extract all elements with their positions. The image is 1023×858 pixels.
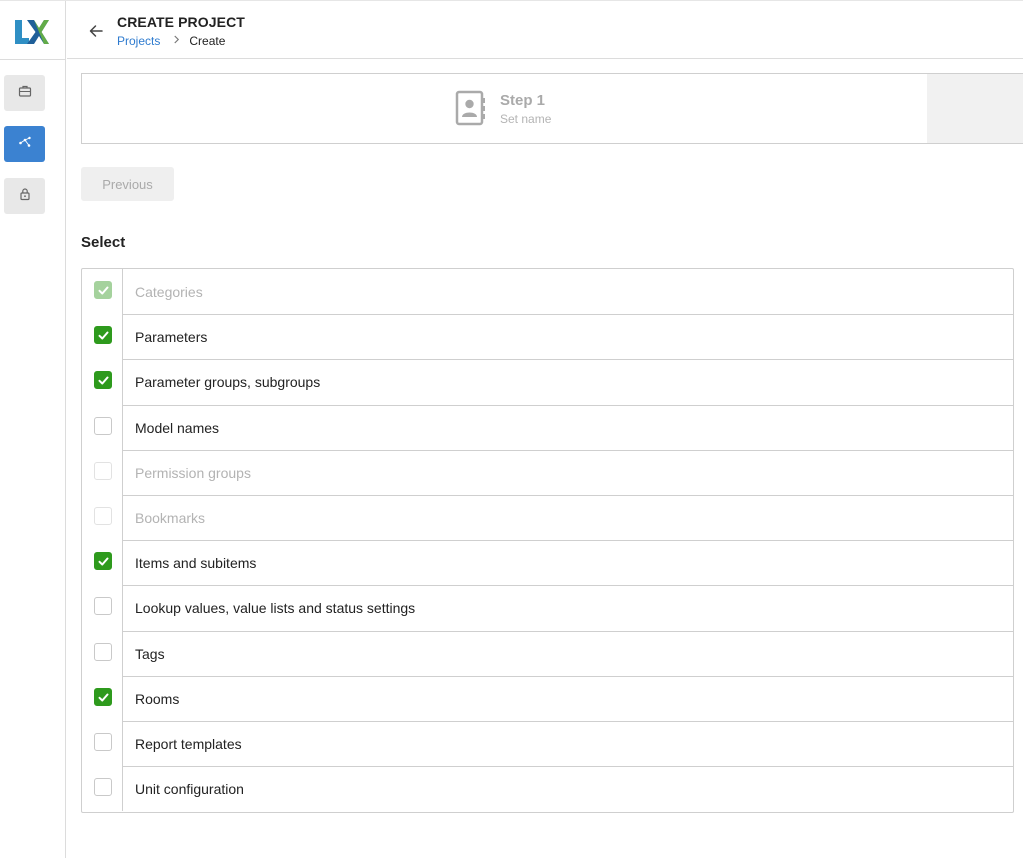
chevron-right-icon <box>173 35 180 47</box>
option-label: Permission groups <box>123 449 1013 495</box>
back-arrow-icon[interactable] <box>87 23 105 39</box>
stepper: Step 1 Set name <box>81 73 1023 144</box>
option-checkbox[interactable] <box>94 597 112 616</box>
checkbox-cell <box>82 269 123 315</box>
list-item[interactable]: Parameter groups, subgroups <box>82 359 1013 405</box>
checkbox-cell <box>82 449 123 495</box>
option-label: Report templates <box>123 720 1013 766</box>
checkbox-cell <box>82 585 123 631</box>
lock-icon <box>18 187 32 206</box>
page-title: CREATE PROJECT <box>117 14 245 30</box>
list-item[interactable]: Model names <box>82 404 1013 450</box>
options-list: Categories Parameters Parameter groups, su… <box>81 268 1014 813</box>
checkbox-cell <box>82 494 123 541</box>
option-checkbox[interactable] <box>94 416 112 435</box>
list-item[interactable]: Report templates <box>82 720 1013 767</box>
network-icon <box>18 135 32 154</box>
option-checkbox[interactable] <box>94 732 112 751</box>
option-label: Model names <box>123 404 1013 450</box>
list-item[interactable]: Rooms <box>82 675 1013 721</box>
sidebar-item-projects[interactable] <box>4 75 45 111</box>
option-label: Tags <box>123 630 1013 676</box>
app-root: CREATE PROJECT Projects Create Step 1 Se… <box>0 0 1023 858</box>
list-item: Bookmarks <box>82 494 1013 541</box>
checkmark-icon <box>98 376 109 385</box>
option-label: Unit configuration <box>123 766 1013 811</box>
sidebar-item-network[interactable] <box>4 126 45 162</box>
step-title: Step 1 <box>500 92 546 109</box>
checkbox-cell <box>82 720 123 767</box>
option-checkbox[interactable] <box>94 371 112 390</box>
step-subtitle: Set name <box>500 112 552 126</box>
checkbox-cell <box>82 766 123 812</box>
list-item[interactable]: Tags <box>82 630 1013 676</box>
checkbox-cell <box>82 630 123 676</box>
sidebar-divider <box>0 59 66 60</box>
checkbox-cell <box>82 540 123 586</box>
option-label: Items and subitems <box>123 540 1013 585</box>
previous-button[interactable]: Previous <box>81 167 174 201</box>
list-item: Categories <box>82 269 1013 315</box>
page-header: CREATE PROJECT Projects Create <box>67 1 1023 59</box>
option-label: Categories <box>135 283 203 300</box>
breadcrumb-current: Create <box>189 34 226 48</box>
option-label: Parameters <box>123 314 1013 359</box>
checkmark-icon <box>98 557 109 566</box>
sidebar <box>0 1 66 858</box>
option-checkbox[interactable] <box>94 326 112 345</box>
app-logo[interactable] <box>13 18 49 46</box>
checkbox-cell <box>82 314 123 360</box>
list-item: Permission groups <box>82 449 1013 495</box>
option-checkbox[interactable] <box>94 778 112 797</box>
option-label: Lookup values, value lists and status se… <box>123 585 1013 630</box>
list-item[interactable]: Lookup values, value lists and status se… <box>82 585 1013 631</box>
stepper-next-step <box>927 74 1023 143</box>
option-checkbox <box>94 461 112 480</box>
contact-book-icon <box>454 90 486 126</box>
checkbox-cell <box>82 404 123 450</box>
checkbox-cell <box>82 359 123 405</box>
list-item[interactable]: Items and subitems <box>82 540 1013 586</box>
breadcrumb-projects-link[interactable]: Projects <box>117 34 160 48</box>
list-item[interactable]: Parameters <box>82 314 1013 360</box>
list-item[interactable]: Unit configuration <box>82 766 1013 812</box>
checkbox-cell <box>82 675 123 721</box>
sidebar-item-security[interactable] <box>4 178 45 214</box>
option-label: Parameter groups, subgroups <box>123 359 1013 404</box>
checkmark-icon <box>98 286 109 295</box>
checkmark-icon <box>98 693 109 702</box>
briefcase-icon <box>18 84 32 103</box>
section-title: Select <box>81 234 126 251</box>
option-label: Rooms <box>123 675 1013 721</box>
option-label: Bookmarks <box>123 494 1013 540</box>
option-checkbox <box>94 281 112 299</box>
breadcrumb: Projects Create <box>117 34 225 48</box>
checkmark-icon <box>98 331 109 340</box>
option-checkbox[interactable] <box>94 552 112 571</box>
option-checkbox[interactable] <box>94 642 112 661</box>
option-checkbox <box>94 506 112 525</box>
option-checkbox[interactable] <box>94 687 112 706</box>
